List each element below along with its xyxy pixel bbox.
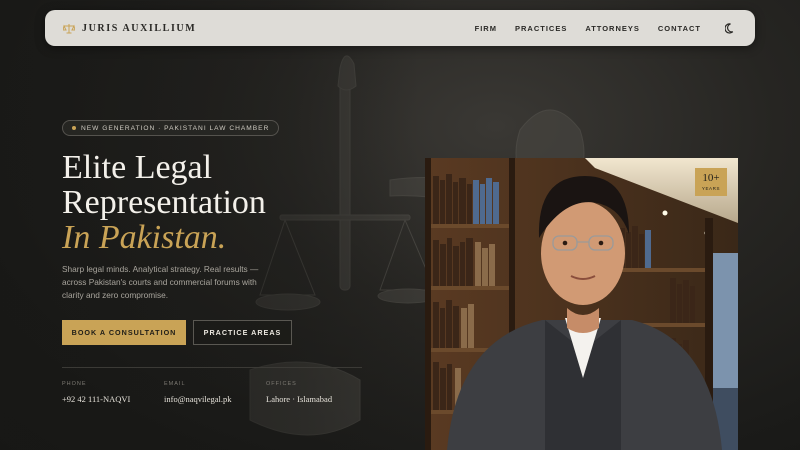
phone-label: PHONE	[62, 381, 87, 387]
experience-value: 10+	[702, 172, 720, 184]
email-label: EMAIL	[164, 381, 186, 387]
top-navigation: JURIS AUXILLIUM FIRM PRACTICES ATTORNEYS…	[45, 10, 755, 46]
nav-link-firm[interactable]: FIRM	[475, 24, 497, 33]
nav-link-practices[interactable]: PRACTICES	[515, 24, 567, 33]
hero-lead-text: Sharp legal minds. Analytical strategy. …	[62, 264, 259, 300]
nav-menu: FIRM PRACTICES ATTORNEYS CONTACT	[475, 21, 737, 35]
hero-title-line2: Representation	[62, 184, 266, 221]
practice-areas-button[interactable]: PRACTICE AREAS	[193, 320, 292, 345]
nav-link-attorneys[interactable]: ATTORNEYS	[585, 24, 640, 33]
brand[interactable]: JURIS AUXILLIUM	[63, 23, 196, 34]
offices-label: OFFICES	[266, 381, 297, 387]
badge-dot-icon	[72, 126, 76, 130]
hero-title-accent: In Pakistan.	[62, 219, 227, 256]
experience-label: YEARS	[701, 186, 721, 191]
attorney-portrait-image	[425, 158, 738, 450]
book-consultation-button[interactable]: BOOK A CONSULTATION	[62, 320, 186, 345]
moon-icon	[724, 22, 733, 34]
nav-link-contact[interactable]: CONTACT	[658, 24, 701, 33]
contact-phone: PHONE +92 42 111-NAQVI	[62, 381, 130, 404]
offices-value: Lahore · Islamabad	[266, 394, 333, 404]
hero-title-line1: Elite Legal	[62, 149, 213, 186]
hero-title: Elite Legal Representation In Pakistan.	[62, 150, 392, 255]
hero-badge: NEW GENERATION · PAKISTANI LAW CHAMBER	[62, 120, 280, 136]
experience-badge: 10+ YEARS	[695, 168, 727, 196]
badge-text: NEW GENERATION · PAKISTANI LAW CHAMBER	[81, 124, 270, 132]
email-value[interactable]: info@naqvilegal.pk	[164, 394, 232, 404]
brand-name: JURIS AUXILLIUM	[82, 22, 197, 34]
contact-email: EMAIL info@naqvilegal.pk	[164, 381, 232, 404]
phone-value[interactable]: +92 42 111-NAQVI	[62, 394, 130, 404]
contact-offices: OFFICES Lahore · Islamabad	[266, 381, 332, 404]
theme-toggle-button[interactable]	[723, 21, 737, 35]
contact-divider	[62, 367, 362, 368]
scales-icon	[63, 23, 75, 33]
